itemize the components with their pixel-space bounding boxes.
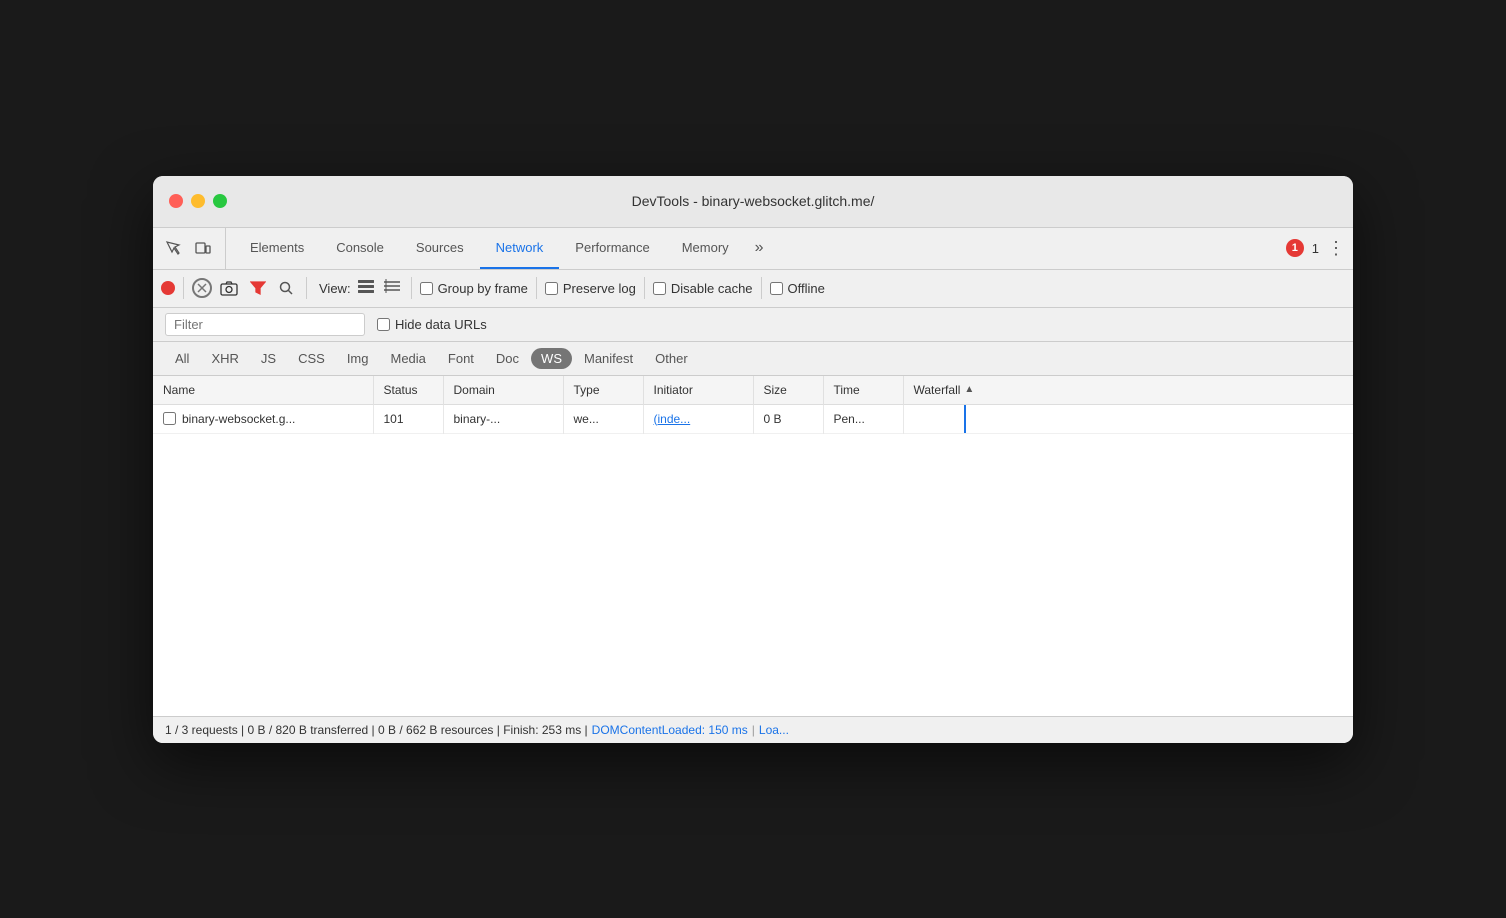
tabbar-icons bbox=[161, 228, 226, 269]
type-media[interactable]: Media bbox=[380, 348, 435, 369]
divider-3 bbox=[411, 277, 412, 299]
tab-sources[interactable]: Sources bbox=[400, 228, 480, 269]
col-time[interactable]: Time bbox=[823, 376, 903, 405]
tab-memory[interactable]: Memory bbox=[666, 228, 745, 269]
type-font[interactable]: Font bbox=[438, 348, 484, 369]
divider-6 bbox=[761, 277, 762, 299]
type-manifest[interactable]: Manifest bbox=[574, 348, 643, 369]
col-domain[interactable]: Domain bbox=[443, 376, 563, 405]
hide-data-urls-checkbox[interactable] bbox=[377, 318, 390, 331]
view-label: View: bbox=[319, 281, 351, 296]
tab-network[interactable]: Network bbox=[480, 228, 560, 269]
tab-elements[interactable]: Elements bbox=[234, 228, 320, 269]
error-count-label: 1 bbox=[1312, 241, 1319, 256]
divider-1 bbox=[183, 277, 184, 299]
status-text: 1 / 3 requests | 0 B / 820 B transferred… bbox=[165, 723, 588, 737]
col-size[interactable]: Size bbox=[753, 376, 823, 405]
tab-console[interactable]: Console bbox=[320, 228, 400, 269]
group-by-frame-checkbox[interactable] bbox=[420, 282, 433, 295]
more-tabs-button[interactable]: » bbox=[745, 239, 774, 257]
view-buttons bbox=[355, 276, 403, 301]
view-list-button[interactable] bbox=[355, 276, 377, 301]
preserve-log-checkbox[interactable] bbox=[545, 282, 558, 295]
cell-initiator[interactable]: (inde... bbox=[643, 404, 753, 433]
filter-input[interactable] bbox=[165, 313, 365, 336]
cell-waterfall bbox=[903, 404, 1353, 433]
status-separator: | bbox=[752, 723, 755, 737]
load-link[interactable]: Loa... bbox=[759, 723, 789, 737]
type-ws[interactable]: WS bbox=[531, 348, 572, 369]
type-img[interactable]: Img bbox=[337, 348, 379, 369]
cell-time: Pen... bbox=[823, 404, 903, 433]
row-checkbox[interactable] bbox=[163, 412, 176, 425]
tabbar: Elements Console Sources Network Perform… bbox=[153, 228, 1353, 270]
table-row[interactable]: binary-websocket.g... 101 binary-... we.… bbox=[153, 404, 1353, 433]
window-title: DevTools - binary-websocket.glitch.me/ bbox=[632, 193, 875, 209]
error-badge: 1 bbox=[1286, 239, 1304, 257]
col-initiator[interactable]: Initiator bbox=[643, 376, 753, 405]
network-table-container: Name Status Domain Type Initiator bbox=[153, 376, 1353, 716]
tabs: Elements Console Sources Network Perform… bbox=[234, 228, 745, 269]
filterbar: Hide data URLs bbox=[153, 308, 1353, 342]
typebar: All XHR JS CSS Img Media Font Doc WS Man… bbox=[153, 342, 1353, 376]
type-other[interactable]: Other bbox=[645, 348, 698, 369]
type-xhr[interactable]: XHR bbox=[201, 348, 248, 369]
network-toolbar: View: Group by frame bbox=[153, 270, 1353, 308]
filter-button[interactable] bbox=[246, 276, 270, 300]
offline-label[interactable]: Offline bbox=[770, 281, 825, 296]
tab-performance[interactable]: Performance bbox=[559, 228, 665, 269]
waterfall-line bbox=[964, 405, 966, 433]
devtools-window: DevTools - binary-websocket.glitch.me/ E… bbox=[153, 176, 1353, 743]
cell-domain: binary-... bbox=[443, 404, 563, 433]
table-header-row: Name Status Domain Type Initiator bbox=[153, 376, 1353, 405]
search-button[interactable] bbox=[274, 276, 298, 300]
hide-data-urls-label[interactable]: Hide data URLs bbox=[377, 317, 487, 332]
titlebar: DevTools - binary-websocket.glitch.me/ bbox=[153, 176, 1353, 228]
type-doc[interactable]: Doc bbox=[486, 348, 529, 369]
divider-4 bbox=[536, 277, 537, 299]
device-toolbar-icon[interactable] bbox=[191, 236, 215, 260]
disable-cache-label[interactable]: Disable cache bbox=[653, 281, 753, 296]
cell-size: 0 B bbox=[753, 404, 823, 433]
type-js[interactable]: JS bbox=[251, 348, 286, 369]
col-status[interactable]: Status bbox=[373, 376, 443, 405]
window-controls bbox=[169, 194, 227, 208]
col-type[interactable]: Type bbox=[563, 376, 643, 405]
inspector-icon[interactable] bbox=[161, 236, 185, 260]
statusbar: 1 / 3 requests | 0 B / 820 B transferred… bbox=[153, 716, 1353, 743]
tabbar-right: 1 1 ⋮ bbox=[1286, 238, 1345, 259]
camera-button[interactable] bbox=[216, 276, 242, 300]
type-all[interactable]: All bbox=[165, 348, 199, 369]
minimize-button[interactable] bbox=[191, 194, 205, 208]
preserve-log-label[interactable]: Preserve log bbox=[545, 281, 636, 296]
cell-name: binary-websocket.g... bbox=[153, 404, 373, 433]
close-button[interactable] bbox=[169, 194, 183, 208]
cell-type: we... bbox=[563, 404, 643, 433]
clear-button[interactable] bbox=[192, 278, 212, 298]
col-name[interactable]: Name bbox=[153, 376, 373, 405]
waterfall-sort-icon[interactable]: ▲ bbox=[964, 384, 974, 395]
disable-cache-checkbox[interactable] bbox=[653, 282, 666, 295]
cell-status: 101 bbox=[373, 404, 443, 433]
group-by-frame-label[interactable]: Group by frame bbox=[420, 281, 528, 296]
col-waterfall[interactable]: Waterfall ▲ bbox=[904, 376, 1354, 404]
network-table: Name Status Domain Type Initiator bbox=[153, 376, 1353, 434]
view-compact-button[interactable] bbox=[381, 276, 403, 301]
offline-checkbox[interactable] bbox=[770, 282, 783, 295]
maximize-button[interactable] bbox=[213, 194, 227, 208]
record-button[interactable] bbox=[161, 281, 175, 295]
type-css[interactable]: CSS bbox=[288, 348, 335, 369]
more-options-icon[interactable]: ⋮ bbox=[1327, 238, 1345, 259]
divider-5 bbox=[644, 277, 645, 299]
domcontentloaded-link[interactable]: DOMContentLoaded: 150 ms bbox=[592, 723, 748, 737]
divider-2 bbox=[306, 277, 307, 299]
